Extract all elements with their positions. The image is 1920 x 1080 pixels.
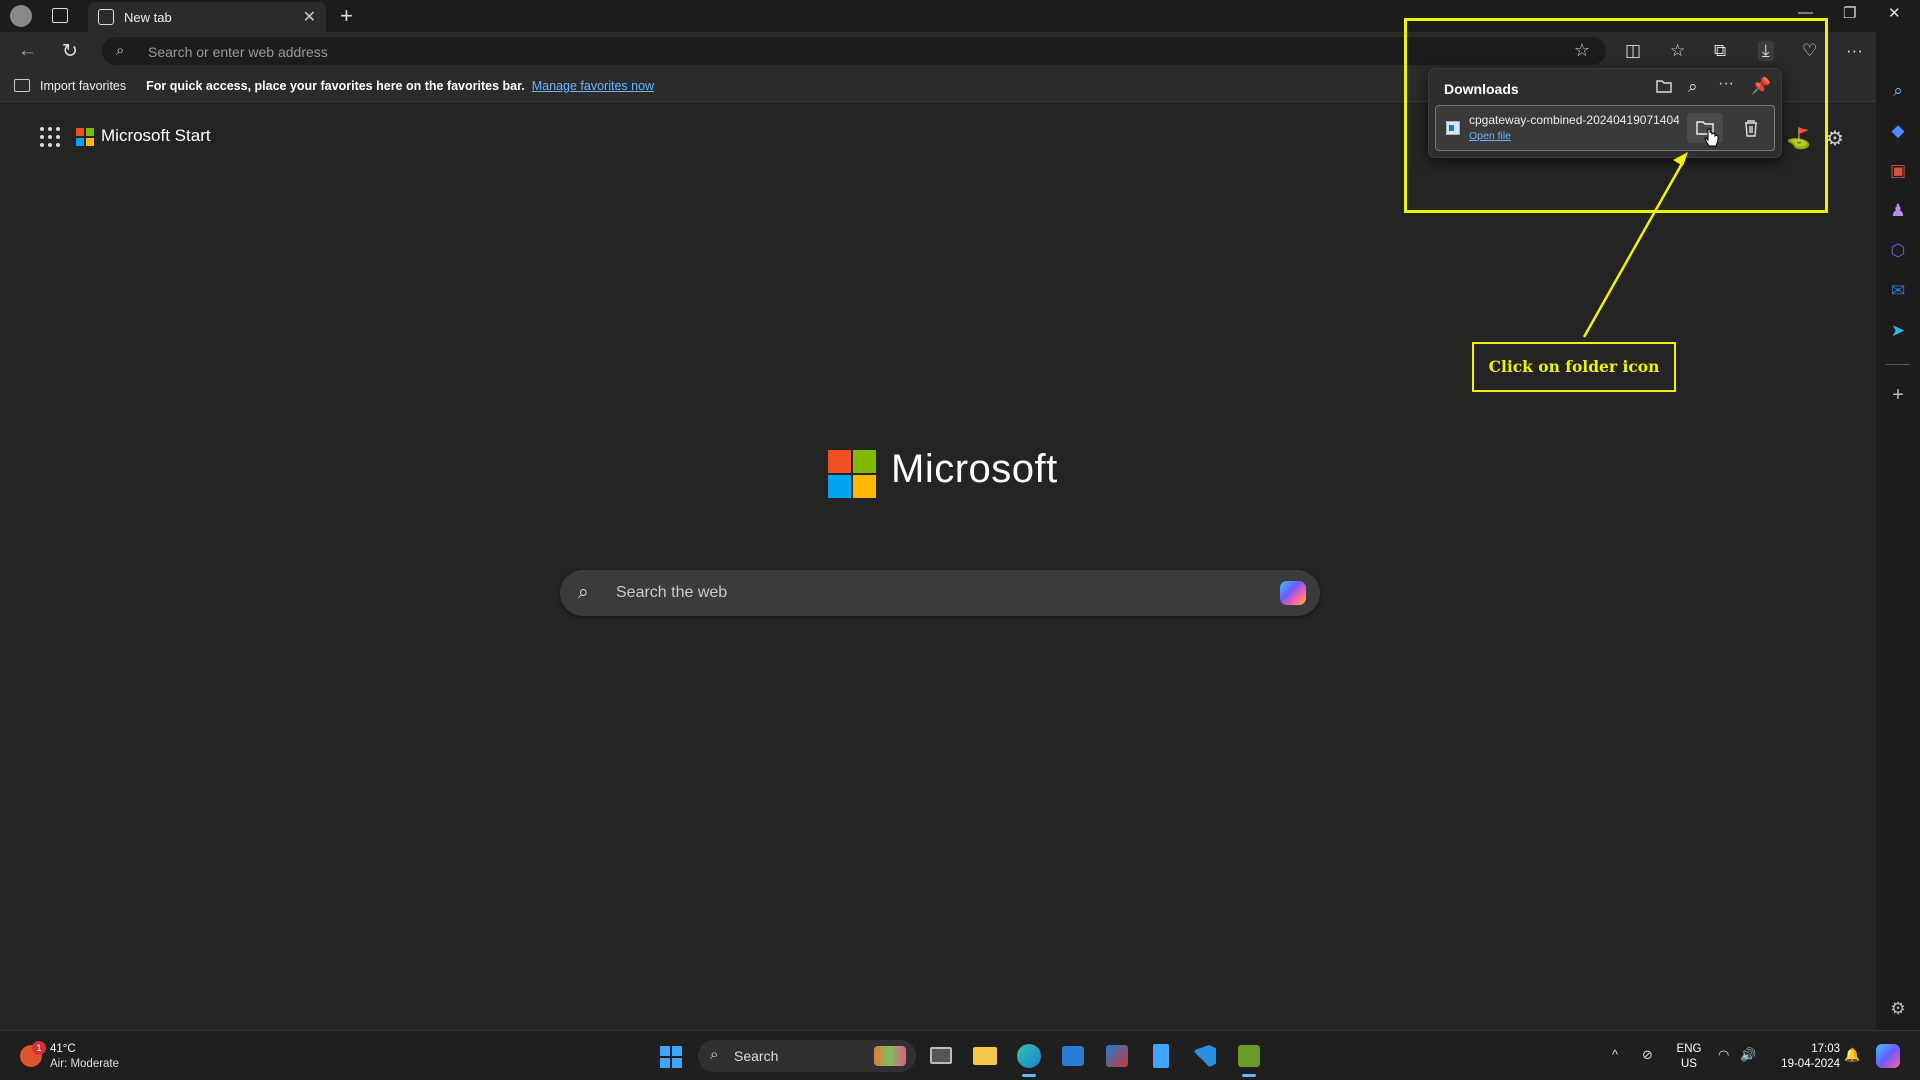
taskbar-search[interactable]: ⌕ Search bbox=[698, 1040, 916, 1072]
wifi-icon[interactable]: ◠ bbox=[1718, 1047, 1729, 1063]
search-highlight-icon bbox=[874, 1046, 906, 1066]
notifications-icon[interactable]: 🔔 bbox=[1844, 1047, 1860, 1063]
start-button[interactable] bbox=[660, 1046, 682, 1068]
weather-badge: 1 bbox=[32, 1041, 46, 1055]
notepad-icon[interactable] bbox=[1146, 1041, 1176, 1071]
weather-air-quality: Air: Moderate bbox=[50, 1058, 120, 1070]
taskbar: 1 41°C Air: Moderate ⌕ Search ^ ⊘ ENG US… bbox=[0, 1030, 1920, 1080]
edge-taskbar-icon[interactable] bbox=[1014, 1041, 1044, 1077]
task-view-icon[interactable] bbox=[926, 1041, 956, 1071]
volume-icon[interactable]: 🔊 bbox=[1740, 1047, 1756, 1063]
screen: New tab ✕ + — ❐ ✕ ← ↻ ⌕ Search or enter … bbox=[0, 0, 1920, 1080]
copilot-taskbar-icon[interactable] bbox=[1876, 1044, 1900, 1068]
language-bottom[interactable]: US bbox=[1674, 1058, 1704, 1070]
network-status-icon[interactable]: ⊘ bbox=[1642, 1047, 1653, 1063]
annotation-arrow bbox=[1582, 152, 1688, 338]
store-icon[interactable] bbox=[1058, 1041, 1088, 1071]
language-top[interactable]: ENG bbox=[1674, 1043, 1704, 1055]
app-icon-1[interactable] bbox=[1102, 1041, 1132, 1071]
annotation-callout: Click on folder icon bbox=[1472, 342, 1676, 392]
taskbar-search-placeholder: Search bbox=[734, 1048, 779, 1064]
vscode-icon[interactable] bbox=[1190, 1041, 1220, 1071]
taskbar-search-icon: ⌕ bbox=[710, 1046, 719, 1063]
app-icon-2[interactable] bbox=[1234, 1041, 1264, 1077]
clock-date[interactable]: 19-04-2024 bbox=[1770, 1058, 1840, 1070]
file-explorer-icon[interactable] bbox=[970, 1041, 1000, 1071]
clock-time[interactable]: 17:03 bbox=[1770, 1043, 1840, 1055]
show-hidden-icons[interactable]: ^ bbox=[1612, 1047, 1618, 1062]
weather-temperature: 41°C bbox=[50, 1043, 76, 1055]
